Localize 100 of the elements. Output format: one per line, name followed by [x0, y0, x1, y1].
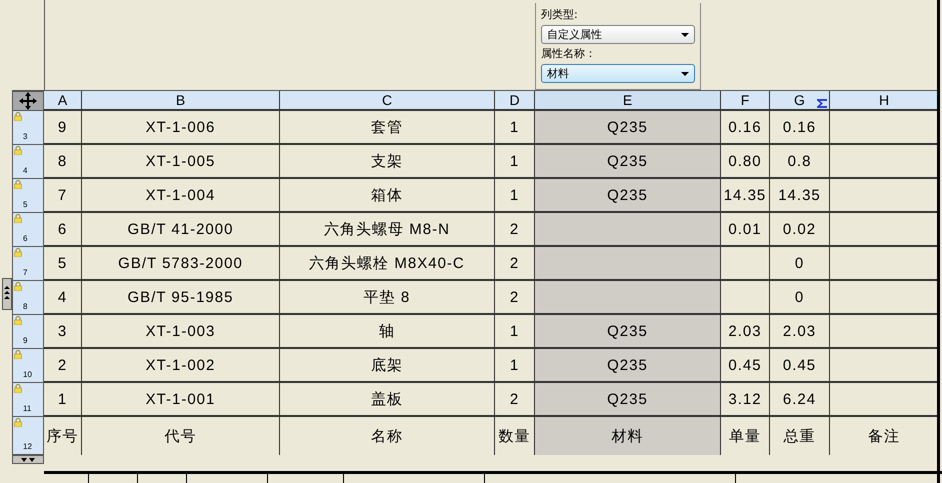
- table-cell: 7: [44, 179, 82, 213]
- table-cell: 0: [770, 247, 830, 281]
- column-header[interactable]: F: [721, 91, 770, 111]
- table-cell: 盖板: [280, 383, 495, 417]
- table-cell: 底架: [280, 349, 495, 383]
- caret-icon: [681, 72, 689, 76]
- expand-handle-icon[interactable]: [12, 455, 44, 464]
- row-number: 10: [23, 370, 32, 379]
- row-number: 8: [23, 302, 28, 311]
- row-header[interactable]: 12: [12, 417, 44, 455]
- table-cell: GB/T 41-2000: [82, 213, 280, 247]
- row-number: 4: [23, 166, 28, 175]
- sum-icon: [817, 99, 827, 108]
- table-cell: 3: [44, 315, 82, 349]
- column-header[interactable]: D: [495, 91, 535, 111]
- table-cell: 1: [495, 111, 535, 145]
- column-header[interactable]: A: [44, 91, 82, 111]
- table-cell: 1: [495, 145, 535, 179]
- table-cell: 2: [495, 247, 535, 281]
- collapse-handle-icon[interactable]: [2, 278, 12, 310]
- table-cell: 轴: [280, 315, 495, 349]
- table-cell: Q235: [535, 179, 721, 213]
- table-cell: 套管: [280, 111, 495, 145]
- table-cell: 支架: [280, 145, 495, 179]
- table-cell: XT-1-002: [82, 349, 280, 383]
- table-cell: Q235: [535, 315, 721, 349]
- row-header[interactable]: 9: [12, 315, 44, 349]
- row-header[interactable]: 8: [12, 281, 44, 315]
- table-cell: 14.35: [770, 179, 830, 213]
- table-cell: Q235: [535, 383, 721, 417]
- table-cell: GB/T 95-1985: [82, 281, 280, 315]
- table-cell: 平垫 8: [280, 281, 495, 315]
- table-cell: 5: [44, 247, 82, 281]
- table-cell: 0.16: [721, 111, 770, 145]
- table-cell: 6: [44, 213, 82, 247]
- table-cell: 1: [495, 349, 535, 383]
- row-header[interactable]: 3: [12, 111, 44, 145]
- table-cell: 序号: [44, 417, 82, 455]
- table-cell: XT-1-001: [82, 383, 280, 417]
- row-header[interactable]: 11: [12, 383, 44, 417]
- caret-icon: [681, 32, 689, 36]
- table-cell: 1: [495, 179, 535, 213]
- column-header[interactable]: E: [535, 91, 721, 111]
- table-cell: 箱体: [280, 179, 495, 213]
- attribute-name-label: 属性名称：: [541, 46, 597, 62]
- table-cell: 0.8: [770, 145, 830, 179]
- table-cell: 0.16: [770, 111, 830, 145]
- table-cell: 3.12: [721, 383, 770, 417]
- column-header[interactable]: G: [770, 91, 830, 111]
- table-cell: 0.01: [721, 213, 770, 247]
- row-number: 12: [23, 442, 32, 451]
- row-number: 5: [23, 200, 28, 209]
- table-cell: 8: [44, 145, 82, 179]
- table-cell: 2: [44, 349, 82, 383]
- row-header[interactable]: 10: [12, 349, 44, 383]
- table-cell: 0.45: [721, 349, 770, 383]
- table-cell: Q235: [535, 145, 721, 179]
- row-header[interactable]: 7: [12, 247, 44, 281]
- row-header[interactable]: 4: [12, 145, 44, 179]
- table-cell: XT-1-006: [82, 111, 280, 145]
- row-header[interactable]: 5: [12, 179, 44, 213]
- column-type-dropdown[interactable]: 自定义属性: [541, 25, 695, 44]
- table-cell: Q235: [535, 111, 721, 145]
- row-number: 11: [23, 404, 32, 413]
- table-cell: [721, 247, 770, 281]
- table-cell: 6.24: [770, 383, 830, 417]
- table-cell: XT-1-005: [82, 145, 280, 179]
- table-cell: 14.35: [721, 179, 770, 213]
- row-header[interactable]: 6: [12, 213, 44, 247]
- table-cell: 2.03: [770, 315, 830, 349]
- table-cell: 1: [44, 383, 82, 417]
- table-cell: 0.02: [770, 213, 830, 247]
- row-number: 7: [23, 268, 28, 277]
- table-cell: 1: [495, 315, 535, 349]
- row-number: 9: [23, 336, 28, 345]
- table-cell: 材料: [535, 417, 721, 455]
- table-cell: Q235: [535, 349, 721, 383]
- table-cell: [721, 281, 770, 315]
- table-cell: 0.45: [770, 349, 830, 383]
- table-cell: XT-1-003: [82, 315, 280, 349]
- table-cell: 2: [495, 213, 535, 247]
- table-cell: XT-1-004: [82, 179, 280, 213]
- table-cell: GB/T 5783-2000: [82, 247, 280, 281]
- row-number: 6: [23, 234, 28, 243]
- table-cell: 2.03: [721, 315, 770, 349]
- table-cell: 4: [44, 281, 82, 315]
- table-cell: 六角头螺母 M8-N: [280, 213, 495, 247]
- table-cell: 六角头螺栓 M8X40-C: [280, 247, 495, 281]
- column-header[interactable]: C: [280, 91, 495, 111]
- table-cell: 0: [770, 281, 830, 315]
- column-header[interactable]: H: [830, 91, 939, 111]
- move-handle-icon[interactable]: [12, 91, 44, 111]
- table-cell: 2: [495, 281, 535, 315]
- column-header[interactable]: B: [82, 91, 280, 111]
- table-cell: 0.80: [721, 145, 770, 179]
- attribute-name-dropdown[interactable]: 材料: [541, 64, 695, 83]
- row-number: 3: [23, 132, 28, 141]
- table-cell: 9: [44, 111, 82, 145]
- column-type-label: 列类型:: [541, 7, 579, 23]
- table-cell: 2: [495, 383, 535, 417]
